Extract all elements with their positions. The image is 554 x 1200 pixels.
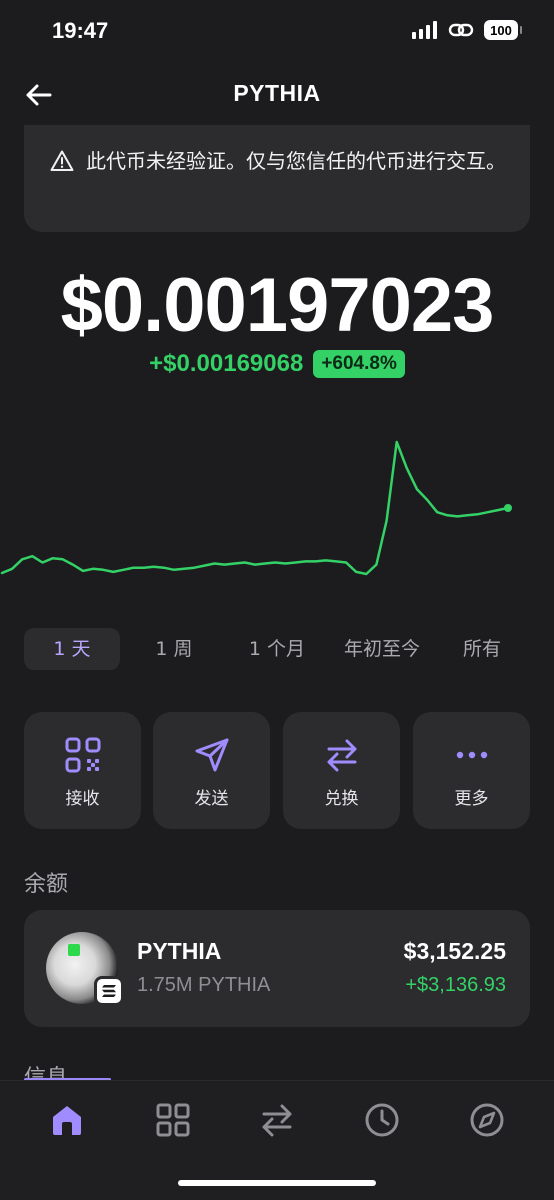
- receive-label: 接收: [65, 789, 100, 809]
- holding-usd-change: +$3,136.93: [405, 974, 506, 996]
- price-change-absolute: +$0.00169068: [149, 350, 304, 377]
- price-chart[interactable]: [0, 420, 554, 600]
- more-label: 更多: [454, 789, 489, 809]
- range-tab-1d[interactable]: 1 天: [24, 628, 120, 670]
- qr-code-icon: [65, 737, 101, 773]
- price-chart-line: [0, 440, 510, 576]
- swap-icon: [327, 739, 357, 772]
- send-icon: [195, 738, 229, 772]
- unverified-warning-card: 此代币未经验证。仅与您信任的代币进行交互。: [24, 125, 530, 232]
- warning-text: 此代币未经验证。仅与您信任的代币进行交互。: [86, 149, 506, 173]
- battery-indicator: 100: [484, 20, 522, 40]
- price-chart-current-point: [504, 504, 512, 512]
- range-tab-1w[interactable]: 1 周: [136, 628, 212, 670]
- signal-icon: [412, 21, 437, 39]
- clock-icon[interactable]: [363, 1101, 401, 1139]
- receive-button[interactable]: 接收: [24, 712, 141, 829]
- more-button[interactable]: 更多: [413, 712, 530, 829]
- warning-icon: [50, 150, 74, 171]
- home-icon[interactable]: [48, 1101, 86, 1139]
- send-label: 发送: [194, 789, 229, 809]
- link-icon: [448, 23, 474, 37]
- more-icon: [456, 751, 488, 759]
- home-indicator: [178, 1180, 376, 1186]
- holding-usd-value: $3,152.25: [403, 938, 506, 964]
- time-range-tabs: 1 天 1 周 1 个月 年初至今 所有: [24, 628, 530, 670]
- apps-grid-icon[interactable]: [154, 1101, 192, 1139]
- range-tab-1m[interactable]: 1 个月: [230, 628, 324, 670]
- nav-bar: PYTHIA: [0, 62, 554, 126]
- action-buttons: 接收 发送 兑换 更多: [24, 712, 530, 829]
- solana-chain-badge-icon: [94, 976, 124, 1006]
- send-button[interactable]: 发送: [153, 712, 270, 829]
- holding-token-amount: 1.75M PYTHIA: [137, 974, 271, 996]
- page-title: PYTHIA: [233, 80, 321, 106]
- price-change-row: +$0.00169068 +604.8%: [0, 350, 554, 378]
- swap-tab-icon[interactable]: [258, 1101, 296, 1139]
- balance-section-title: 余额: [24, 872, 69, 897]
- status-icons: 100: [412, 20, 522, 40]
- status-bar: 19:47 100: [0, 0, 554, 62]
- holding-token-name: PYTHIA: [137, 938, 222, 964]
- status-time: 19:47: [52, 18, 109, 43]
- price-change-percent-badge: +604.8%: [313, 350, 405, 378]
- info-section-title: 信息: [24, 1066, 69, 1080]
- token-holding-card[interactable]: PYTHIA 1.75M PYTHIA $3,152.25 +$3,136.93: [24, 910, 530, 1027]
- range-tab-ytd[interactable]: 年初至今: [332, 628, 432, 670]
- swap-label: 兑换: [324, 789, 359, 809]
- range-tab-all[interactable]: 所有: [446, 628, 518, 670]
- compass-icon[interactable]: [468, 1101, 506, 1139]
- token-price: $0.00197023: [60, 263, 495, 348]
- swap-button[interactable]: 兑换: [283, 712, 400, 829]
- avatar-led: [68, 944, 80, 956]
